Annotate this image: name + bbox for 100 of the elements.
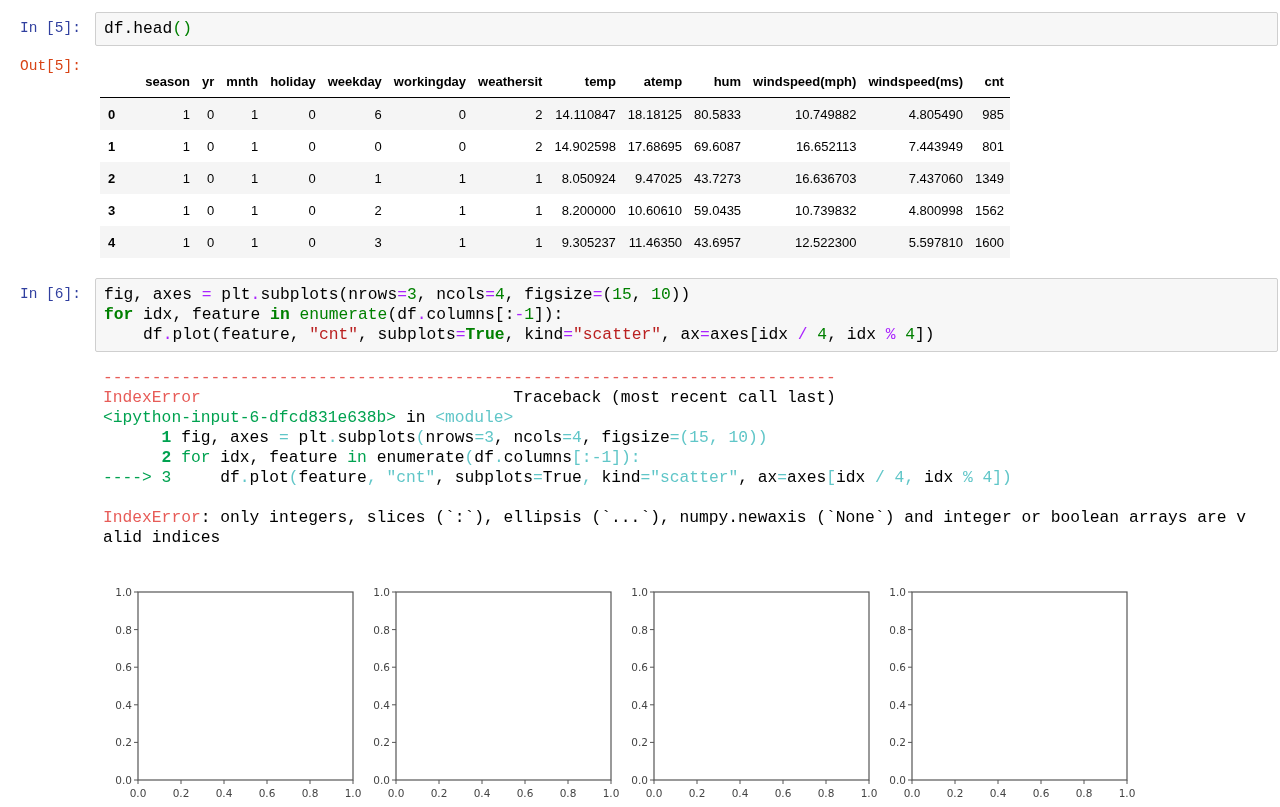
row-index: 4: [108, 234, 116, 250]
table-cell: 7.437060: [908, 170, 963, 186]
table-cell: 1: [535, 234, 543, 250]
table-cell: 1: [250, 202, 259, 218]
column-header: cnt: [984, 74, 1004, 89]
code-line: df.head(): [104, 19, 193, 39]
code-line: for idx, feature in enumerate(df.columns[:-1]):: [104, 305, 565, 325]
table-cell: 1: [374, 170, 382, 186]
x-tick-label: 0.0: [903, 787, 921, 799]
table-cell: 4.805490: [908, 106, 963, 122]
table-cell: 801: [982, 138, 1004, 154]
column-header: yr: [202, 74, 215, 89]
table-cell: 80.5833: [694, 106, 742, 122]
traceback-line: 1 fig, axes = plt.subplots(nrows=3, ncols=4, figsize=(15, 10)): [160, 428, 768, 448]
column-header: weathersit: [478, 74, 543, 89]
y-tick-label: 0.6: [889, 661, 906, 674]
column-header: holiday: [270, 74, 316, 89]
x-tick-label: 0.6: [774, 787, 792, 799]
table-cell: 14.110847: [555, 106, 616, 122]
table-cell: 0: [308, 234, 316, 250]
x-tick-label: 0.8: [817, 787, 835, 799]
x-tick-label: 0.8: [301, 787, 319, 799]
y-tick-label: 1.0: [373, 586, 390, 598]
output-prompt: Out[5]:: [19, 58, 82, 74]
table-cell: 12.522300: [794, 234, 857, 250]
table-cell: 43.7273: [694, 170, 742, 186]
x-tick-label: 0.2: [172, 787, 190, 799]
y-tick-label: 1.0: [889, 586, 906, 598]
table-cell: 0: [308, 106, 316, 122]
error-message-line: IndexError: only integers, slices (`:`), ellipsis (`...`), numpy.newaxis (`None`) and integer or boolean arrays are v: [103, 508, 1247, 528]
code-line: fig, axes = plt.subplots(nrows=3, ncols=4, figsize=(15, 10)): [104, 285, 692, 305]
table-cell: 7.443949: [908, 138, 963, 154]
table-cell: 16.636703: [794, 170, 857, 186]
column-header: atemp: [643, 74, 683, 89]
table-cell: 1349: [975, 170, 1004, 186]
y-tick-label: 0.0: [115, 774, 132, 786]
y-tick-label: 0.2: [631, 736, 648, 749]
table-cell: 0: [308, 170, 316, 186]
table-cell: 8.050924: [561, 170, 616, 186]
y-tick-label: 0.2: [889, 736, 906, 749]
column-header: season: [145, 74, 191, 89]
x-tick-label: 0.4: [989, 787, 1007, 799]
y-tick-label: 0.0: [631, 774, 648, 786]
y-tick-label: 1.0: [631, 586, 648, 598]
column-header: workingday: [393, 74, 467, 89]
table-cell: 6: [374, 106, 382, 122]
y-tick-label: 0.4: [373, 698, 390, 711]
table-cell: 11.46350: [628, 234, 683, 250]
table-cell: 1: [250, 106, 259, 122]
table-cell: 0: [308, 202, 316, 218]
code-line: df.plot(feature, "cnt", subplots=True, kind="scatter", ax=axes[idx / 4, idx % 4]): [142, 325, 936, 345]
x-tick-label: 0.4: [215, 787, 233, 799]
y-tick-label: 0.8: [889, 623, 906, 636]
table-cell: 985: [982, 106, 1004, 122]
table-cell: 43.6957: [694, 234, 742, 250]
x-tick-label: 1.0: [602, 787, 620, 799]
x-tick-label: 0.0: [129, 787, 147, 799]
x-tick-label: 0.0: [645, 787, 663, 799]
table-cell: 9.47025: [635, 170, 683, 186]
x-tick-label: 0.6: [516, 787, 534, 799]
table-cell: 4.800998: [908, 202, 963, 218]
table-cell: 8.200000: [561, 202, 616, 218]
traceback-line: 2 for idx, feature in enumerate(df.columns[:-1]):: [160, 448, 641, 468]
table-cell: 1600: [975, 234, 1004, 250]
code-input-cell[interactable]: fig, axes = plt.subplots(nrows=3, ncols=4, figsize=(15, 10)) for idx, feature in enumerate(df.columns[:-1]): df.plot(feature, "cnt", subplots=True, kind="scatter", ax=axes[idx / 4, idx % 4]): [95, 278, 1278, 352]
column-header: windspeed(ms): [868, 74, 963, 89]
table-cell: 0: [207, 234, 215, 250]
table-cell: 10.749882: [794, 106, 857, 122]
y-tick-label: 0.2: [115, 736, 132, 749]
x-tick-label: 0.2: [946, 787, 964, 799]
table-cell: 0: [308, 138, 316, 154]
y-tick-label: 0.0: [889, 774, 906, 786]
table-cell: 9.305237: [561, 234, 616, 250]
column-header: mnth: [226, 74, 259, 89]
column-header: weekday: [327, 74, 382, 89]
y-tick-label: 0.4: [115, 698, 132, 711]
input-prompt: In [5]:: [19, 19, 82, 36]
column-header: temp: [584, 74, 616, 89]
table-cell: 1562: [975, 202, 1004, 218]
input-prompt: In [6]:: [19, 285, 82, 302]
table-cell: 1: [182, 234, 191, 250]
table-cell: 59.0435: [694, 202, 742, 218]
table-cell: 0: [458, 138, 467, 154]
table-cell: 1: [535, 170, 543, 186]
x-tick-label: 1.0: [860, 787, 878, 799]
x-tick-label: 0.2: [688, 787, 706, 799]
x-tick-label: 0.8: [1075, 787, 1093, 799]
table-cell: 10.60610: [627, 202, 683, 218]
table-cell: 69.6087: [694, 138, 742, 154]
table-cell: 2: [374, 202, 382, 218]
table-cell: 2: [535, 106, 543, 122]
table-cell: 1: [458, 202, 467, 218]
x-tick-label: 0.6: [1032, 787, 1050, 799]
table-cell: 1: [535, 202, 543, 218]
y-tick-label: 0.6: [631, 661, 648, 674]
column-header: windspeed(mph): [753, 74, 857, 89]
code-input-cell[interactable]: df.head(): [95, 12, 1278, 46]
table-cell: 0: [207, 170, 215, 186]
x-tick-label: 1.0: [1118, 787, 1136, 799]
table-cell: 1: [182, 170, 191, 186]
